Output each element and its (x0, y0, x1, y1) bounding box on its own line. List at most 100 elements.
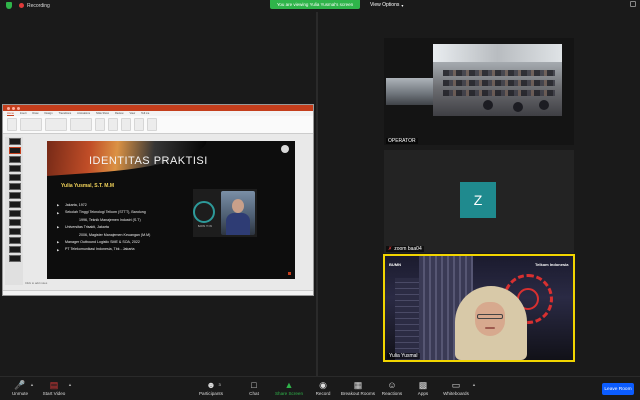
ppt-tab[interactable]: Home (7, 112, 14, 116)
view-options-label: View Options (370, 2, 400, 8)
recording-label: Recording (27, 2, 50, 9)
ppt-tab[interactable]: Insert (20, 112, 27, 115)
slide-thumbnail[interactable] (9, 138, 21, 145)
chat-label: Chat (249, 391, 259, 396)
whiteboards-label: Whiteboards (443, 391, 469, 396)
slide-thumbnail[interactable] (9, 174, 21, 181)
speaker-glasses (477, 314, 503, 319)
slide-thumbnail[interactable] (9, 246, 21, 253)
chat-icon: □ (251, 380, 257, 390)
portrait-head (232, 199, 244, 213)
leave-room-button[interactable]: Leave Room (602, 383, 634, 395)
video-tile-operator[interactable]: OPERATOR (384, 38, 574, 145)
slide-logo-icon (281, 145, 289, 153)
ppt-tab[interactable]: Transitions (59, 112, 72, 115)
breakout-rooms-button[interactable]: ▦ Breakout Rooms (340, 380, 376, 396)
start-video-button[interactable]: ▤ Start Video (36, 380, 72, 396)
video-tile-active-speaker[interactable]: BUMN Telkom Indonesia Yulia Yusmal (383, 254, 575, 362)
ppt-tab[interactable]: Draw (32, 112, 38, 115)
ppt-tab[interactable]: Review (115, 112, 124, 115)
list-item: PT Telekomunikasi Indonesia, Tbk - Jakar… (57, 247, 197, 251)
tile-name-label: ✗ zoom baa04 (386, 246, 424, 252)
apps-button[interactable]: ▩ Apps (405, 380, 441, 396)
camera-off-icon: ▤ (49, 380, 59, 390)
tile-name-label: Yulia Yusmal (387, 353, 420, 359)
slide-thumbnail[interactable] (9, 228, 21, 235)
list-item: 1996, Teknik Manajemen Industri (S.T) (79, 217, 141, 222)
participants-button[interactable]: ☻ 3 Participants (193, 380, 229, 396)
slide-thumbnail[interactable] (9, 237, 21, 244)
list-item: 2006, Magister Manajemen Keuangan (M.M) (79, 232, 151, 237)
list-item: Manager Outbound Logistic SME & SOA, 202… (57, 240, 197, 244)
slide-thumbnail[interactable] (9, 219, 21, 226)
share-screen-label: Share Screen (274, 391, 304, 396)
ribbon-picture-icon (134, 118, 144, 131)
tile-name-label: OPERATOR (386, 138, 418, 144)
slide-thumbnail[interactable] (9, 192, 21, 199)
photo-caption: BARIS IT ON (197, 225, 213, 228)
ribbon-font-group (45, 118, 67, 131)
ppt-body: IDENTITAS PRAKTISI Yulia Yusmal, S.T. M.… (3, 135, 313, 287)
video-tile-zoom[interactable]: Z ✗ zoom baa04 (384, 150, 574, 253)
ppt-tab[interactable]: Animations (77, 112, 90, 115)
slide-corner-mark (288, 272, 291, 275)
ppt-tab[interactable]: Slide Show (96, 112, 109, 115)
record-label: Record (315, 391, 331, 396)
slide-thumbnail[interactable] (9, 210, 21, 217)
apps-label: Apps (417, 391, 429, 396)
share-screen-icon: ▲ (284, 380, 294, 390)
chat-button[interactable]: □ Chat (236, 380, 272, 396)
ribbon-designer-icon (147, 118, 157, 131)
whiteboards-button[interactable]: ▭ Whiteboards (438, 380, 474, 396)
split-divider[interactable] (316, 12, 318, 376)
slide-thumbnail[interactable] (9, 183, 21, 190)
reactions-label: Reactions (381, 391, 403, 396)
background-building (395, 278, 421, 360)
list-item: Sekolah Tinggi Teknologi Telkom (STTT), … (57, 210, 197, 214)
record-icon: ◉ (319, 380, 327, 390)
slide-thumbnail[interactable] (9, 156, 21, 163)
list-item: Universitas Trisakti, Jakarta (57, 225, 197, 229)
ribbon-shapes-icon (95, 118, 105, 131)
student-row (443, 80, 555, 86)
current-slide: IDENTITAS PRAKTISI Yulia Yusmal, S.T. M.… (47, 141, 295, 279)
slide-thumbnail[interactable] (9, 165, 21, 172)
recording-dot-icon (19, 3, 24, 8)
bumn-logo: BUMN (389, 262, 401, 267)
share-screen-button[interactable]: ▲ Share Screen (271, 380, 307, 396)
recording-indicator[interactable]: Recording (6, 2, 50, 9)
slide-thumbnail[interactable] (9, 147, 21, 154)
fullscreen-icon[interactable] (630, 1, 636, 7)
ppt-tab[interactable]: Design (44, 112, 52, 115)
record-button[interactable]: ◉ Record (305, 380, 341, 396)
chair (513, 102, 523, 112)
slide-thumbnail-pane (5, 137, 23, 285)
maximize-dot-icon (17, 106, 20, 110)
view-options-button[interactable]: View Options ▾ (370, 1, 403, 9)
list-item: Jakarta, 1972 (57, 203, 197, 207)
video-options-caret[interactable]: ▲ (68, 382, 72, 387)
notes-placeholder[interactable]: Click to add notes (25, 281, 47, 285)
speaker-name: Yulia Yusmal (389, 353, 418, 359)
participants-icon: ☻ 3 (206, 380, 221, 390)
security-shield-icon[interactable] (6, 2, 12, 9)
ppt-tab[interactable]: Tell me (141, 112, 149, 115)
ppt-tab[interactable]: View (130, 112, 136, 115)
slide-thumbnail[interactable] (9, 201, 21, 208)
speaker-mouth (485, 327, 495, 329)
audio-options-caret[interactable]: ▲ (30, 382, 34, 387)
ppt-status-bar (3, 290, 313, 295)
classroom-video (433, 44, 562, 116)
ribbon-slide-group (20, 118, 42, 131)
ribbon-paste-icon (7, 118, 17, 131)
whiteboard-icon: ▭ (451, 380, 461, 390)
speaker-face (475, 302, 505, 336)
mic-muted-icon: ✗ (388, 246, 393, 252)
slide-thumbnail[interactable] (9, 255, 21, 262)
apps-icon: ▩ (418, 380, 428, 390)
ribbon-arrange-icon (108, 118, 118, 131)
breakout-rooms-label: Breakout Rooms (340, 391, 376, 396)
more-options-caret[interactable]: ▲ (472, 382, 476, 387)
slide-presenter-name: Yulia Yusmal, S.T. M.M (61, 183, 114, 189)
slide-photo: BARIS IT ON (193, 189, 257, 237)
